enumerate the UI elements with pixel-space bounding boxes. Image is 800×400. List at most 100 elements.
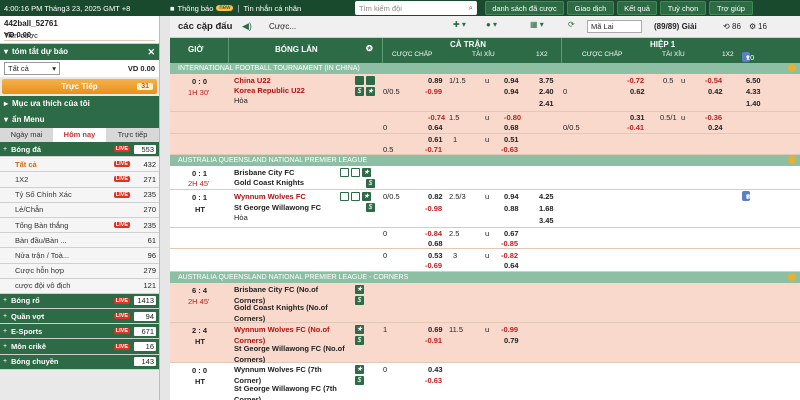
refresh-icon[interactable] bbox=[788, 156, 796, 164]
tab-tomorrow[interactable]: Ngày mai bbox=[0, 128, 53, 142]
odd[interactable]: 0.89 bbox=[428, 75, 443, 86]
sidebar-item-sport[interactable]: 1X2 LIVE 271 bbox=[0, 172, 159, 188]
sidebar-item-sport[interactable]: + Bóng rổ LIVE 1413 bbox=[0, 293, 159, 310]
star-icon[interactable]: ★ bbox=[362, 168, 371, 177]
odd[interactable]: -0.41 bbox=[627, 122, 644, 133]
odd[interactable]: -0.63 bbox=[501, 144, 518, 155]
odd[interactable]: 0.94 bbox=[504, 191, 519, 202]
sidebar-item-sport[interactable]: + Môn crikê LIVE 16 bbox=[0, 339, 159, 355]
odd[interactable]: 0.82 bbox=[428, 191, 443, 202]
speaker-icon[interactable]: ◀) bbox=[242, 21, 252, 32]
favorites-header[interactable]: ▸ Mục ưa thích của tôi bbox=[0, 96, 159, 112]
odd[interactable]: -0.98 bbox=[425, 203, 442, 214]
odd[interactable]: -0.99 bbox=[501, 324, 518, 335]
stats-icon[interactable] bbox=[351, 192, 360, 201]
more-markets-button[interactable]: ▾ 10 bbox=[742, 52, 754, 62]
sidebar-item-sport[interactable]: Cược hỗn hợp 279 bbox=[0, 263, 159, 279]
sidebar-item-sport[interactable]: + Bóng đá LIVE 553 bbox=[0, 142, 159, 158]
odd[interactable]: 0.64 bbox=[504, 260, 519, 271]
refresh-icon[interactable]: ⟳ bbox=[568, 20, 575, 29]
home-team[interactable]: Wynnum Wolves FC bbox=[234, 191, 306, 202]
sidebar-item-sport[interactable]: Lẻ/Chẵn 270 bbox=[0, 202, 159, 218]
odd[interactable]: 0.24 bbox=[708, 122, 723, 133]
star-icon[interactable]: ★ bbox=[362, 192, 371, 201]
odd[interactable]: 4.25 bbox=[539, 191, 554, 202]
filter-icon[interactable]: ▦ ▾ bbox=[530, 20, 544, 29]
help-button[interactable]: Trợ giúp bbox=[709, 1, 753, 15]
more-markets-button[interactable]: ▾ 8 bbox=[742, 191, 750, 201]
summary-header[interactable]: ▾ tóm tắt dự báo ✕ bbox=[0, 44, 159, 60]
star-icon[interactable]: ✪ bbox=[366, 44, 373, 53]
add-icon[interactable]: ✚ ▾ bbox=[453, 20, 466, 29]
info-icon[interactable]: ● ▾ bbox=[486, 20, 497, 29]
odd[interactable]: -0.85 bbox=[501, 238, 518, 249]
odd[interactable]: 6.50 bbox=[746, 75, 761, 86]
odd[interactable]: -0.63 bbox=[425, 375, 442, 386]
odd[interactable]: -0.99 bbox=[425, 86, 442, 97]
odd[interactable]: 3.45 bbox=[539, 215, 554, 226]
star-icon[interactable]: ★ bbox=[355, 285, 364, 294]
odd[interactable]: -0.69 bbox=[425, 260, 442, 271]
odd[interactable]: 2.41 bbox=[539, 98, 554, 109]
team-search-input[interactable]: Tìm kiếm đội ⌕ bbox=[355, 1, 477, 15]
stats-icon[interactable] bbox=[351, 168, 360, 177]
notifications-link[interactable]: ■ Thông báo new bbox=[170, 4, 234, 13]
results-button[interactable]: Kết quả bbox=[617, 1, 657, 15]
sidebar-item-sport[interactable]: Nửa trận / Toà... 96 bbox=[0, 248, 159, 264]
sort-select[interactable]: Cược... bbox=[269, 22, 296, 31]
sidebar-item-sport[interactable]: Tỷ Số Chính Xác LIVE 235 bbox=[0, 187, 159, 203]
close-icon[interactable]: ✕ bbox=[147, 44, 155, 60]
messages-link[interactable]: Tin nhắn cá nhân bbox=[244, 4, 302, 13]
hide-menu-header[interactable]: ▾ ẩn Menu bbox=[0, 112, 159, 128]
bet-list-button[interactable]: danh sách đã cược bbox=[485, 1, 564, 15]
refresh-icon[interactable] bbox=[788, 273, 796, 281]
dollar-icon[interactable]: $ bbox=[366, 203, 375, 212]
odd[interactable]: 0.42 bbox=[708, 86, 723, 97]
odd[interactable]: -0.71 bbox=[425, 144, 442, 155]
league-header[interactable]: AUSTRALIA QUEENSLAND NATIONAL PREMIER LE… bbox=[170, 155, 800, 166]
stats-icon[interactable] bbox=[366, 76, 375, 85]
sidebar-item-sport[interactable]: + Bóng chuyền 143 bbox=[0, 354, 159, 370]
sidebar-item-sport[interactable]: + Quần vợt LIVE 94 bbox=[0, 309, 159, 325]
dollar-icon[interactable]: $ bbox=[366, 179, 375, 188]
refresh-icon[interactable] bbox=[788, 64, 796, 72]
tab-today[interactable]: Hôm nay bbox=[53, 128, 106, 142]
away-team[interactable]: Gold Coast Knights bbox=[234, 177, 304, 188]
odd[interactable]: 0.68 bbox=[504, 122, 519, 133]
odd[interactable]: 1.40 bbox=[746, 98, 761, 109]
dollar-icon[interactable]: $ bbox=[355, 336, 364, 345]
odd[interactable]: 0.43 bbox=[428, 364, 443, 375]
dollar-icon[interactable]: $ bbox=[355, 296, 364, 305]
odd[interactable]: 0.69 bbox=[428, 324, 443, 335]
tv-icon[interactable] bbox=[340, 192, 349, 201]
odd[interactable]: -0.91 bbox=[425, 335, 442, 346]
sidebar-item-sport[interactable]: Tổng Bàn thắng LIVE 235 bbox=[0, 217, 159, 234]
away-team[interactable]: St George Willawong FC (No.of Corners) bbox=[234, 343, 364, 365]
sidebar-item-sport[interactable]: cược đội vô địch 121 bbox=[0, 278, 159, 294]
star-icon[interactable]: ★ bbox=[355, 325, 364, 334]
tv-icon[interactable] bbox=[340, 168, 349, 177]
odd[interactable]: 2.40 bbox=[539, 86, 554, 97]
star-icon[interactable]: ★ bbox=[366, 87, 375, 96]
dollar-icon[interactable]: $ bbox=[355, 87, 364, 96]
odd[interactable]: 0.79 bbox=[504, 335, 519, 346]
odd[interactable]: 0.62 bbox=[630, 86, 645, 97]
odd[interactable]: 3.75 bbox=[539, 75, 554, 86]
odds-type-select[interactable]: Mã Lai bbox=[587, 20, 642, 33]
options-button[interactable]: Tuỳ chọn bbox=[660, 1, 706, 15]
odd[interactable]: 0.94 bbox=[504, 75, 519, 86]
odd[interactable]: 0.64 bbox=[428, 122, 443, 133]
odd[interactable]: 4.33 bbox=[746, 86, 761, 97]
odd[interactable]: 0.88 bbox=[504, 203, 519, 214]
sidebar-item-sport[interactable]: Bàn đầu/Bàn ... 61 bbox=[0, 233, 159, 249]
odd[interactable]: -0.72 bbox=[627, 75, 644, 86]
odd[interactable]: 0.68 bbox=[428, 238, 443, 249]
league-header[interactable]: INTERNATIONAL FOOTBALL TOURNAMENT (IN CH… bbox=[170, 63, 800, 74]
away-team[interactable]: Gold Coast Knights (No.of Corners) bbox=[234, 302, 344, 324]
live-button[interactable]: Trực Tiếp 31 bbox=[2, 79, 157, 94]
transactions-button[interactable]: Giao dịch bbox=[567, 1, 614, 15]
dollar-icon[interactable]: $ bbox=[355, 376, 364, 385]
odd[interactable]: -0.54 bbox=[705, 75, 722, 86]
star-icon[interactable]: ★ bbox=[355, 365, 364, 374]
away-team[interactable]: St George Willawong FC (7th Corner) bbox=[234, 383, 364, 400]
